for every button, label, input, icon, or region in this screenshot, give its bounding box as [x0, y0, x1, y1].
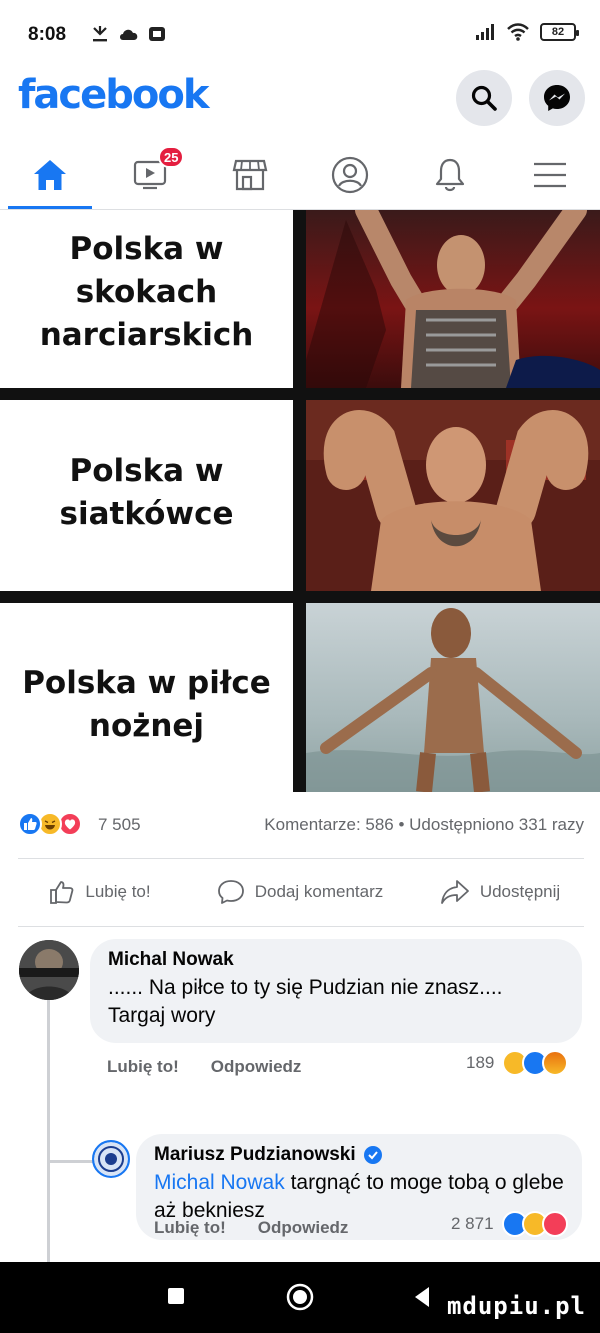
home-icon	[34, 159, 66, 190]
like-reaction-icon	[18, 812, 42, 836]
like-button-label: Lubię to!	[85, 882, 151, 901]
watermark: mdupiu.pl	[446, 1292, 586, 1320]
menu-icon	[534, 162, 566, 187]
meme-caption-football: Polska w piłce nożnej	[22, 665, 271, 744]
verified-badge-icon	[363, 1146, 382, 1164]
watch-badge: 25	[158, 146, 185, 168]
meme-caption-ski-jumping: Polska w skokach narciarskich	[39, 231, 254, 353]
comment-bubble[interactable]: Michal Nowak ...... Na piłce to ty się P…	[90, 939, 582, 1043]
share-icon	[440, 880, 469, 904]
status-left-icons	[90, 24, 166, 44]
status-bar: 8:08 82	[0, 0, 600, 66]
store-icon	[232, 159, 268, 190]
comment-reactions[interactable]: 189	[466, 1050, 569, 1076]
cloud-icon	[120, 29, 138, 40]
comment-icon	[217, 880, 244, 904]
comment-like-button[interactable]: Lubię to!	[154, 1218, 226, 1238]
thread-connector	[47, 1160, 93, 1163]
image-divider	[0, 388, 600, 400]
main-nav: 25	[0, 140, 600, 210]
photo-thin-man	[306, 603, 600, 792]
avatar[interactable]	[19, 940, 79, 1000]
comment-author[interactable]: Mariusz Pudzianowski	[154, 1144, 564, 1166]
bell-icon	[435, 158, 465, 191]
back-icon[interactable]	[412, 1286, 432, 1308]
strongman-figure	[306, 400, 600, 591]
thumbs-up-icon	[50, 881, 74, 904]
status-right-icons: 82	[474, 22, 579, 42]
profile-icon	[331, 156, 369, 193]
app-header: facebook	[0, 66, 600, 136]
comment-text: ...... Na piłce to ty się Pudzian nie zn…	[108, 976, 503, 1027]
comment-like-button[interactable]: Lubię to!	[107, 1057, 179, 1077]
comment-reply-button[interactable]: Odpowiedz	[258, 1218, 349, 1238]
tab-watch[interactable]: 25	[100, 140, 200, 209]
like-button[interactable]: Lubię to!	[0, 860, 200, 924]
app-notification-icon	[149, 27, 165, 41]
tab-menu[interactable]	[500, 140, 600, 209]
divider	[18, 926, 584, 927]
comment-reaction-count: 189	[466, 1053, 495, 1072]
comment-reaction-count: 2 871	[451, 1214, 494, 1233]
post-image[interactable]: Polska w skokach narciarskich Polska w s…	[0, 210, 600, 792]
meme-caption-volleyball: Polska w siatkówce	[59, 453, 234, 532]
image-divider	[293, 210, 306, 388]
reaction-count[interactable]: 7 505	[98, 815, 141, 835]
search-button[interactable]	[456, 70, 512, 126]
image-divider	[293, 400, 306, 591]
comment-reactions[interactable]: 2 871	[451, 1211, 568, 1237]
tab-marketplace[interactable]	[200, 140, 300, 209]
image-divider	[0, 591, 600, 603]
angry-reaction-icon	[542, 1050, 569, 1076]
battery-indicator: 82	[540, 23, 579, 41]
android-nav-bar: mdupiu.pl	[0, 1262, 600, 1333]
signal-icon	[476, 24, 494, 40]
love-reaction-icon	[541, 1211, 568, 1237]
comment-button[interactable]: Dodaj komentarz	[200, 860, 400, 924]
avatar-image	[19, 940, 79, 1000]
mention-link[interactable]: Michal Nowak	[154, 1171, 285, 1194]
post-actions: Lubię to! Dodaj komentarz Udostępnij	[0, 860, 600, 924]
photo-gladiator	[306, 210, 600, 388]
post-stats: 7 505 Komentarze: 586 • Udostępniono 331…	[18, 810, 584, 840]
wifi-icon	[507, 23, 529, 41]
messenger-button[interactable]	[529, 70, 585, 126]
facebook-logo[interactable]: facebook	[18, 72, 209, 118]
recent-apps-icon[interactable]	[166, 1286, 186, 1306]
tab-notifications[interactable]	[400, 140, 500, 209]
comment-reply-button[interactable]: Odpowiedz	[211, 1057, 302, 1077]
search-icon	[471, 85, 497, 111]
thread-line	[47, 1000, 50, 1262]
comment-actions: Lubię to! Odpowiedz	[107, 1057, 333, 1077]
avatar[interactable]	[92, 1140, 130, 1178]
status-time: 8:08	[28, 24, 67, 45]
comments-shares-summary[interactable]: Komentarze: 586 • Udostępniono 331 razy	[264, 815, 584, 835]
avatar-image	[94, 1142, 128, 1176]
share-button-label: Udostępnij	[479, 882, 561, 901]
image-divider	[293, 603, 306, 792]
comment-author[interactable]: Michal Nowak	[108, 949, 564, 971]
thin-man-figure	[306, 608, 600, 792]
photo-strongman	[306, 400, 600, 591]
tab-profile[interactable]	[300, 140, 400, 209]
comment-button-label: Dodaj komentarz	[254, 882, 384, 901]
tab-home[interactable]	[0, 140, 100, 209]
download-icon	[93, 26, 107, 42]
home-button-icon[interactable]	[285, 1282, 315, 1312]
gladiator-figure	[306, 210, 600, 388]
share-button[interactable]: Udostępnij	[400, 860, 600, 924]
messenger-icon	[544, 85, 570, 111]
divider	[18, 858, 584, 859]
comment-actions: Lubię to! Odpowiedz	[154, 1218, 380, 1238]
